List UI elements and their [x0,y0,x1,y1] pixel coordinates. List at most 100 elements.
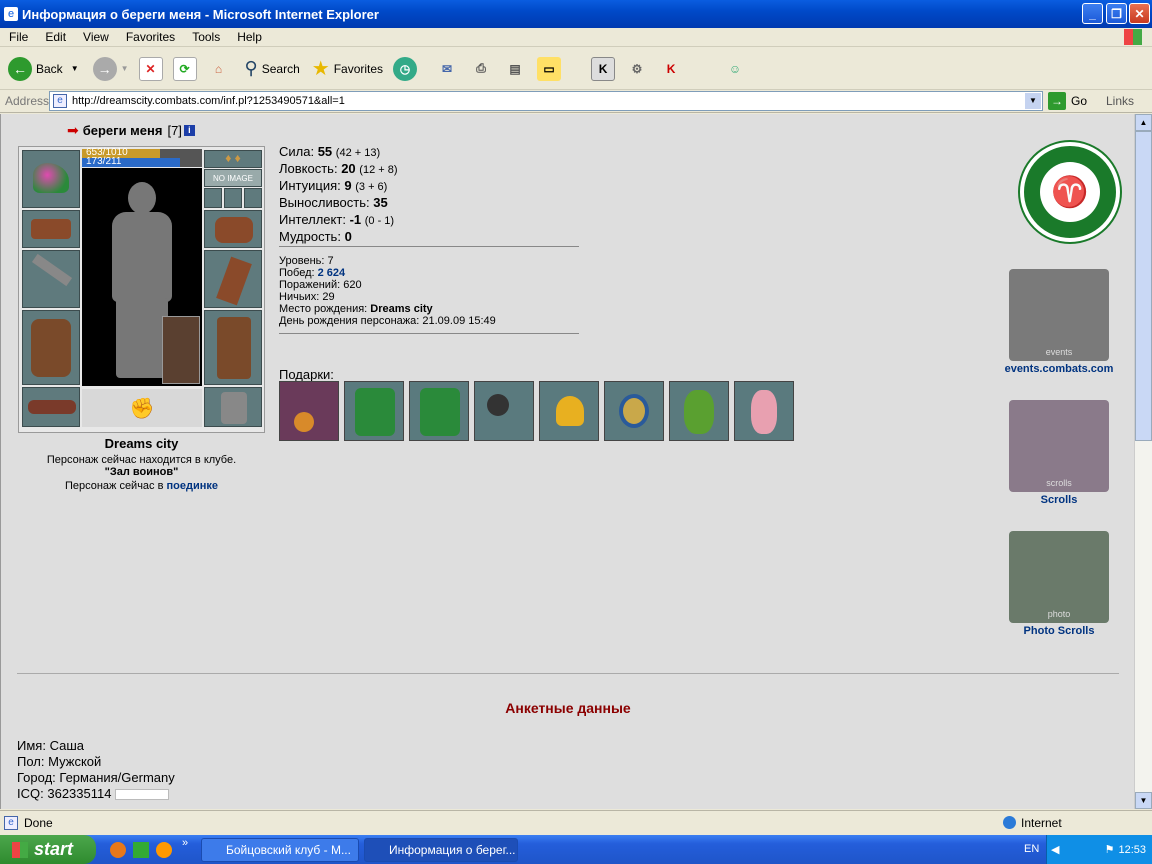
gift-cloak-2[interactable] [409,381,469,441]
gift-goblin[interactable] [669,381,729,441]
goat-logo-icon[interactable]: ♈ [1020,142,1120,242]
scrolls-banner[interactable]: scrolls [1009,400,1109,492]
task-info-page[interactable]: Информация о берег... [364,838,518,862]
events-link[interactable]: events.combats.com [999,363,1119,375]
photo-scrolls-link[interactable]: Photo Scrolls [1009,625,1109,637]
battle-link[interactable]: поединке [167,480,219,492]
menu-favorites[interactable]: Favorites [126,30,175,44]
pet-image[interactable] [162,316,200,384]
ring-slot-2[interactable] [224,188,242,208]
print-icon[interactable]: ⎙ [469,57,493,81]
character-city: Dreams city [104,436,179,451]
app-icon[interactable] [133,842,149,858]
minimize-button[interactable]: _ [1082,3,1103,24]
legs-slot[interactable] [204,310,262,385]
earring-slot[interactable]: ♦ ♦ [204,150,262,168]
character-level: [7] [167,123,182,138]
belt-slot[interactable] [22,387,80,427]
address-label: Address [5,94,50,108]
search-label: Search [261,61,300,76]
forward-button[interactable]: → ▼ [92,56,129,81]
zone-text: Internet [1021,816,1062,830]
home-icon[interactable]: ⌂ [207,57,231,81]
armor-slot[interactable] [22,310,80,385]
gloves-slot[interactable] [204,210,262,248]
go-button[interactable]: → Go [1048,92,1087,110]
firefox-icon[interactable] [110,842,126,858]
gift-doll[interactable] [734,381,794,441]
page-icon: e [53,94,67,108]
shield-slot[interactable] [204,250,262,308]
bracer-slot[interactable] [22,210,80,248]
scroll-up-icon[interactable]: ▲ [1135,114,1152,131]
language-indicator[interactable]: EN [1024,843,1039,855]
weapon-slot[interactable] [22,250,80,308]
stat-value: 35 [373,195,388,210]
leggings-icon [217,317,251,379]
note-icon[interactable]: ▭ [537,56,562,81]
back-dropdown-icon[interactable]: ▼ [71,64,79,73]
wins-link[interactable]: 2 624 [318,267,346,279]
gift-cloak-1[interactable] [344,381,404,441]
gift-amulet[interactable] [279,381,339,441]
menu-file[interactable]: File [9,30,28,44]
menu-view[interactable]: View [83,30,109,44]
no-image-slot[interactable]: NO IMAGE [204,169,262,187]
gift-bell[interactable] [539,381,599,441]
helmet-slot[interactable] [22,150,80,208]
armor-icon [31,319,71,377]
task-combats-club[interactable]: Бойцовский клуб - M... [201,838,359,862]
edit-icon[interactable]: ▤ [503,57,527,81]
maximize-button[interactable]: ❐ [1106,3,1127,24]
links-label[interactable]: Links [1106,94,1134,108]
tray-arrow-icon[interactable]: ◀ [1051,843,1059,856]
back-button[interactable]: ← Back ▼ [8,56,79,81]
photo-scrolls-banner[interactable]: photo [1009,531,1109,623]
tray-app-icon[interactable]: ⚑ [1105,843,1115,856]
start-button[interactable]: start [0,835,96,864]
boots-slot[interactable] [204,387,262,427]
avast-icon[interactable] [156,842,172,858]
gift-mace[interactable] [474,381,534,441]
tools-icon[interactable]: ⚙ [625,57,649,81]
forward-dropdown-icon[interactable]: ▼ [121,64,129,73]
stat-row: Интуиция: 9 (3 + 6) [279,178,398,195]
history-icon[interactable]: ◷ [393,56,418,81]
mail-icon[interactable]: ✉ [435,57,459,81]
menu-edit[interactable]: Edit [45,30,66,44]
stop-icon[interactable]: ✕ [138,56,163,81]
refresh-icon[interactable]: ⟳ [172,56,197,81]
back-arrow-icon: ← [8,56,32,81]
vertical-scrollbar[interactable]: ▲ ▼ [1134,114,1152,809]
stat-label: Мудрость: [279,229,341,244]
menu-help[interactable]: Help [237,30,262,44]
club-line: Персонаж сейчас находится в клубе. [46,454,237,466]
events-banner[interactable]: events [1009,269,1109,361]
no-image-text: NO IMAGE [212,174,253,183]
ring-slot-1[interactable] [204,188,222,208]
scroll-down-icon[interactable]: ▼ [1135,792,1152,809]
profile-heading: Анкетные данные [505,700,631,716]
scrolls-link[interactable]: Scrolls [1009,494,1109,506]
address-input[interactable]: e http://dreamscity.combats.com/inf.pl?1… [49,91,1043,111]
ring-slot-3[interactable] [244,188,262,208]
more-icon[interactable]: » [182,837,188,849]
address-dropdown-icon[interactable]: ▼ [1025,93,1041,109]
windows-flag-icon [1124,29,1142,45]
menu-tools[interactable]: Tools [192,30,220,44]
close-button[interactable]: ✕ [1129,3,1150,24]
profile-name: Имя: Саша [17,738,84,753]
scroll-thumb[interactable] [1135,131,1152,441]
search-button[interactable]: ⚲ Search [245,58,300,79]
k-icon[interactable]: K [591,56,616,81]
favorites-button[interactable]: ★ Favorites [312,56,383,81]
kaspersky-icon[interactable]: K [659,57,683,81]
cloak-icon [355,388,395,436]
gloves-icon [215,217,253,243]
messenger-icon[interactable]: ☺ [723,57,747,81]
banner-inner: photo [1047,609,1071,619]
gift-medallion[interactable] [604,381,664,441]
info-badge-icon[interactable]: i [183,125,195,136]
crossbow-icon [31,253,73,287]
stat-detail: (0 - 1) [364,215,395,227]
